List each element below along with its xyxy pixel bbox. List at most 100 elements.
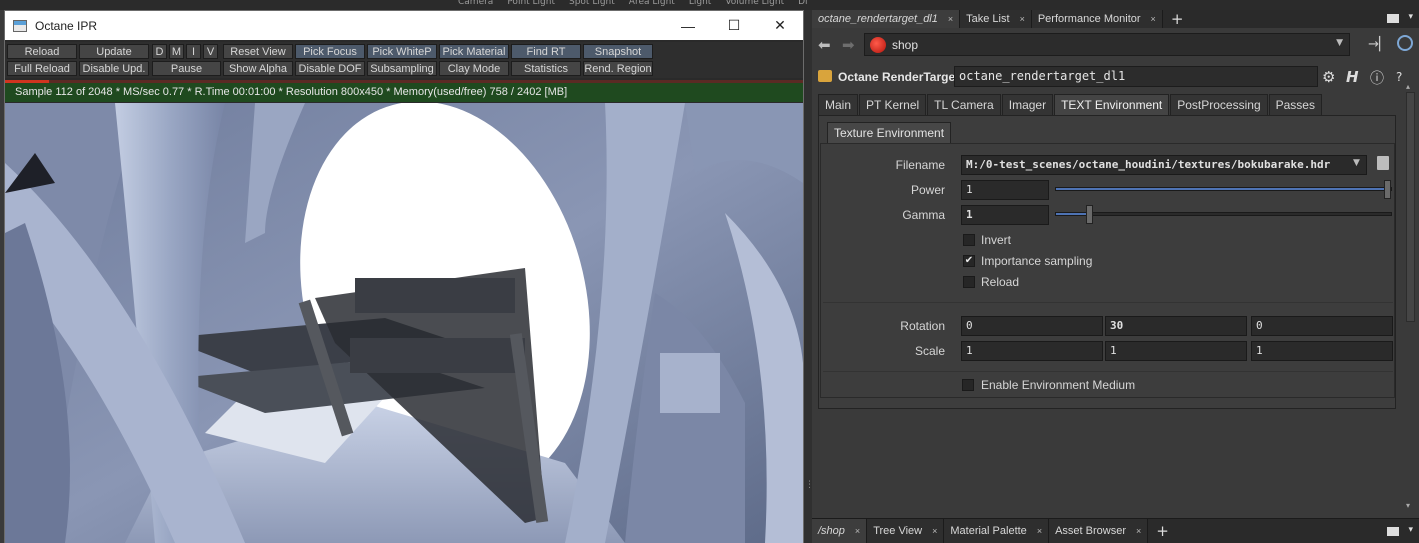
parameter-scrollbar[interactable]: ▴ ▾ xyxy=(1406,82,1415,510)
pause-button[interactable]: Pause xyxy=(152,61,221,76)
pick-white-button[interactable]: Pick WhiteP xyxy=(367,44,437,59)
shelf-item[interactable]: Spot Light xyxy=(569,0,615,7)
ipr-titlebar[interactable]: Octane IPR — ☐ ✕ xyxy=(5,11,803,40)
shelf-item[interactable]: Area Light xyxy=(629,0,675,7)
file-browse-icon[interactable] xyxy=(1377,156,1389,170)
pane-splitter[interactable]: ⋮ xyxy=(804,10,814,543)
back-arrow-icon[interactable]: ⬅ xyxy=(818,36,831,54)
tab-imager[interactable]: Imager xyxy=(1001,94,1054,115)
render-viewport[interactable] xyxy=(5,103,803,543)
shelf-item[interactable]: Distant Light xyxy=(798,0,808,7)
scale-x-field[interactable]: 1 xyxy=(961,341,1103,361)
help-icon[interactable]: ? xyxy=(1396,70,1402,84)
d-button[interactable]: D xyxy=(152,44,167,59)
maximize-button[interactable]: ☐ xyxy=(711,11,757,40)
tab-take-list[interactable]: Take List × xyxy=(960,10,1032,28)
pane-menu-arrow-icon[interactable]: ▾ xyxy=(1408,525,1413,535)
gear-icon[interactable]: ⚙ xyxy=(1322,68,1335,86)
shelf-item[interactable]: Camera xyxy=(458,0,493,7)
tab-tree-view[interactable]: Tree View × xyxy=(867,519,945,543)
hda-icon[interactable]: H xyxy=(1346,68,1359,86)
tab-main[interactable]: Main xyxy=(818,94,859,115)
shelf-item[interactable]: Light xyxy=(689,0,711,7)
snapshot-button[interactable]: Snapshot xyxy=(583,44,653,59)
filename-field[interactable]: M:/0-test_scenes/octane_houdini/textures… xyxy=(961,155,1367,175)
power-field[interactable]: 1 xyxy=(961,180,1049,200)
link-icon[interactable] xyxy=(1397,35,1413,51)
find-rt-button[interactable]: Find RT xyxy=(511,44,581,59)
close-tab-icon[interactable]: × xyxy=(855,526,860,536)
tab-octane-rendertarget[interactable]: octane_rendertarget_dl1 × xyxy=(812,10,961,28)
render-region-button[interactable]: Rend. Region xyxy=(583,61,653,76)
add-tab-button[interactable]: + xyxy=(1148,519,1177,543)
close-tab-icon[interactable]: × xyxy=(1037,526,1042,536)
enable-environment-medium-checkbox[interactable] xyxy=(962,379,974,391)
close-tab-icon[interactable]: × xyxy=(1151,14,1156,24)
tab-texture-environment[interactable]: Texture Environment xyxy=(827,122,952,143)
gamma-slider-handle[interactable] xyxy=(1085,205,1093,224)
parameter-pane: octane_rendertarget_dl1 × Take List × Pe… xyxy=(812,10,1419,543)
tab-performance-monitor[interactable]: Performance Monitor × xyxy=(1031,10,1163,28)
close-tab-icon[interactable]: × xyxy=(932,526,937,536)
i-button[interactable]: I xyxy=(186,44,201,59)
rotation-z-field[interactable]: 0 xyxy=(1251,316,1393,336)
statistics-button[interactable]: Statistics xyxy=(511,61,581,76)
chevron-down-icon[interactable]: ▼ xyxy=(1336,38,1343,48)
pane-menu-icon[interactable] xyxy=(1387,14,1399,23)
text-environment-panel: Texture Environment Filename M:/0-test_s… xyxy=(818,115,1396,409)
network-path-value: shop xyxy=(892,37,919,52)
power-slider[interactable] xyxy=(1055,180,1392,199)
reload-checkbox[interactable] xyxy=(963,276,975,288)
m-button[interactable]: M xyxy=(169,44,184,59)
gamma-field[interactable]: 1 xyxy=(961,205,1049,225)
subsampling-button[interactable]: Subsampling xyxy=(367,61,437,76)
rotation-x-field[interactable]: 0 xyxy=(961,316,1103,336)
filename-dropdown-icon[interactable]: ▼ xyxy=(1353,158,1360,168)
disable-update-button[interactable]: Disable Upd. xyxy=(79,61,149,76)
close-tab-icon[interactable]: × xyxy=(1136,526,1141,536)
v-button[interactable]: V xyxy=(203,44,218,59)
tab-text-environment[interactable]: TEXT Environment xyxy=(1054,94,1170,115)
close-button[interactable]: ✕ xyxy=(757,11,803,40)
add-tab-button[interactable]: + xyxy=(1163,10,1192,28)
clay-mode-button[interactable]: Clay Mode xyxy=(439,61,509,76)
invert-checkbox[interactable] xyxy=(963,234,975,246)
scroll-up-icon[interactable]: ▴ xyxy=(1406,82,1410,91)
scrollbar-thumb[interactable] xyxy=(1406,92,1415,322)
pane-menu-arrow-icon[interactable]: ▾ xyxy=(1408,12,1413,22)
pick-material-button[interactable]: Pick Material xyxy=(439,44,509,59)
full-reload-button[interactable]: Full Reload xyxy=(7,61,77,76)
pick-focus-button[interactable]: Pick Focus xyxy=(295,44,365,59)
tab-pt-kernel[interactable]: PT Kernel xyxy=(859,94,927,115)
tab-shop[interactable]: /shop × xyxy=(812,519,868,543)
reset-view-button[interactable]: Reset View xyxy=(223,44,293,59)
node-name-field[interactable]: octane_rendertarget_dl1 xyxy=(954,66,1318,87)
importance-sampling-checkbox[interactable]: ✔ xyxy=(963,255,975,267)
close-tab-icon[interactable]: × xyxy=(948,14,953,24)
pin-icon[interactable]: →▏ xyxy=(1368,37,1389,52)
scale-z-field[interactable]: 1 xyxy=(1251,341,1393,361)
tab-postprocessing[interactable]: PostProcessing xyxy=(1170,94,1268,115)
power-slider-handle[interactable] xyxy=(1384,180,1391,199)
show-alpha-button[interactable]: Show Alpha xyxy=(223,61,293,76)
reload-button[interactable]: Reload xyxy=(7,44,77,59)
shelf-item[interactable]: Point Light xyxy=(507,0,555,7)
minimize-button[interactable]: — xyxy=(665,11,711,40)
scale-label: Scale xyxy=(914,344,945,358)
scroll-down-icon[interactable]: ▾ xyxy=(1406,501,1410,510)
tab-asset-browser[interactable]: Asset Browser × xyxy=(1049,519,1149,543)
pane-menu-icon[interactable] xyxy=(1387,527,1399,536)
disable-dof-button[interactable]: Disable DOF xyxy=(295,61,365,76)
forward-arrow-icon[interactable]: ➡ xyxy=(842,36,855,54)
shelf-item[interactable]: Volume Light xyxy=(725,0,784,7)
tab-passes[interactable]: Passes xyxy=(1268,94,1322,115)
tab-material-palette[interactable]: Material Palette × xyxy=(944,519,1050,543)
close-tab-icon[interactable]: × xyxy=(1020,14,1025,24)
update-button[interactable]: Update xyxy=(79,44,149,59)
gamma-slider[interactable] xyxy=(1055,205,1392,224)
info-icon[interactable]: ⓘ xyxy=(1370,68,1384,88)
tab-tl-camera[interactable]: TL Camera xyxy=(927,94,1001,115)
rotation-y-field[interactable]: 30 xyxy=(1105,316,1247,336)
network-path-field[interactable]: shop ▼ xyxy=(864,33,1350,56)
scale-y-field[interactable]: 1 xyxy=(1105,341,1247,361)
